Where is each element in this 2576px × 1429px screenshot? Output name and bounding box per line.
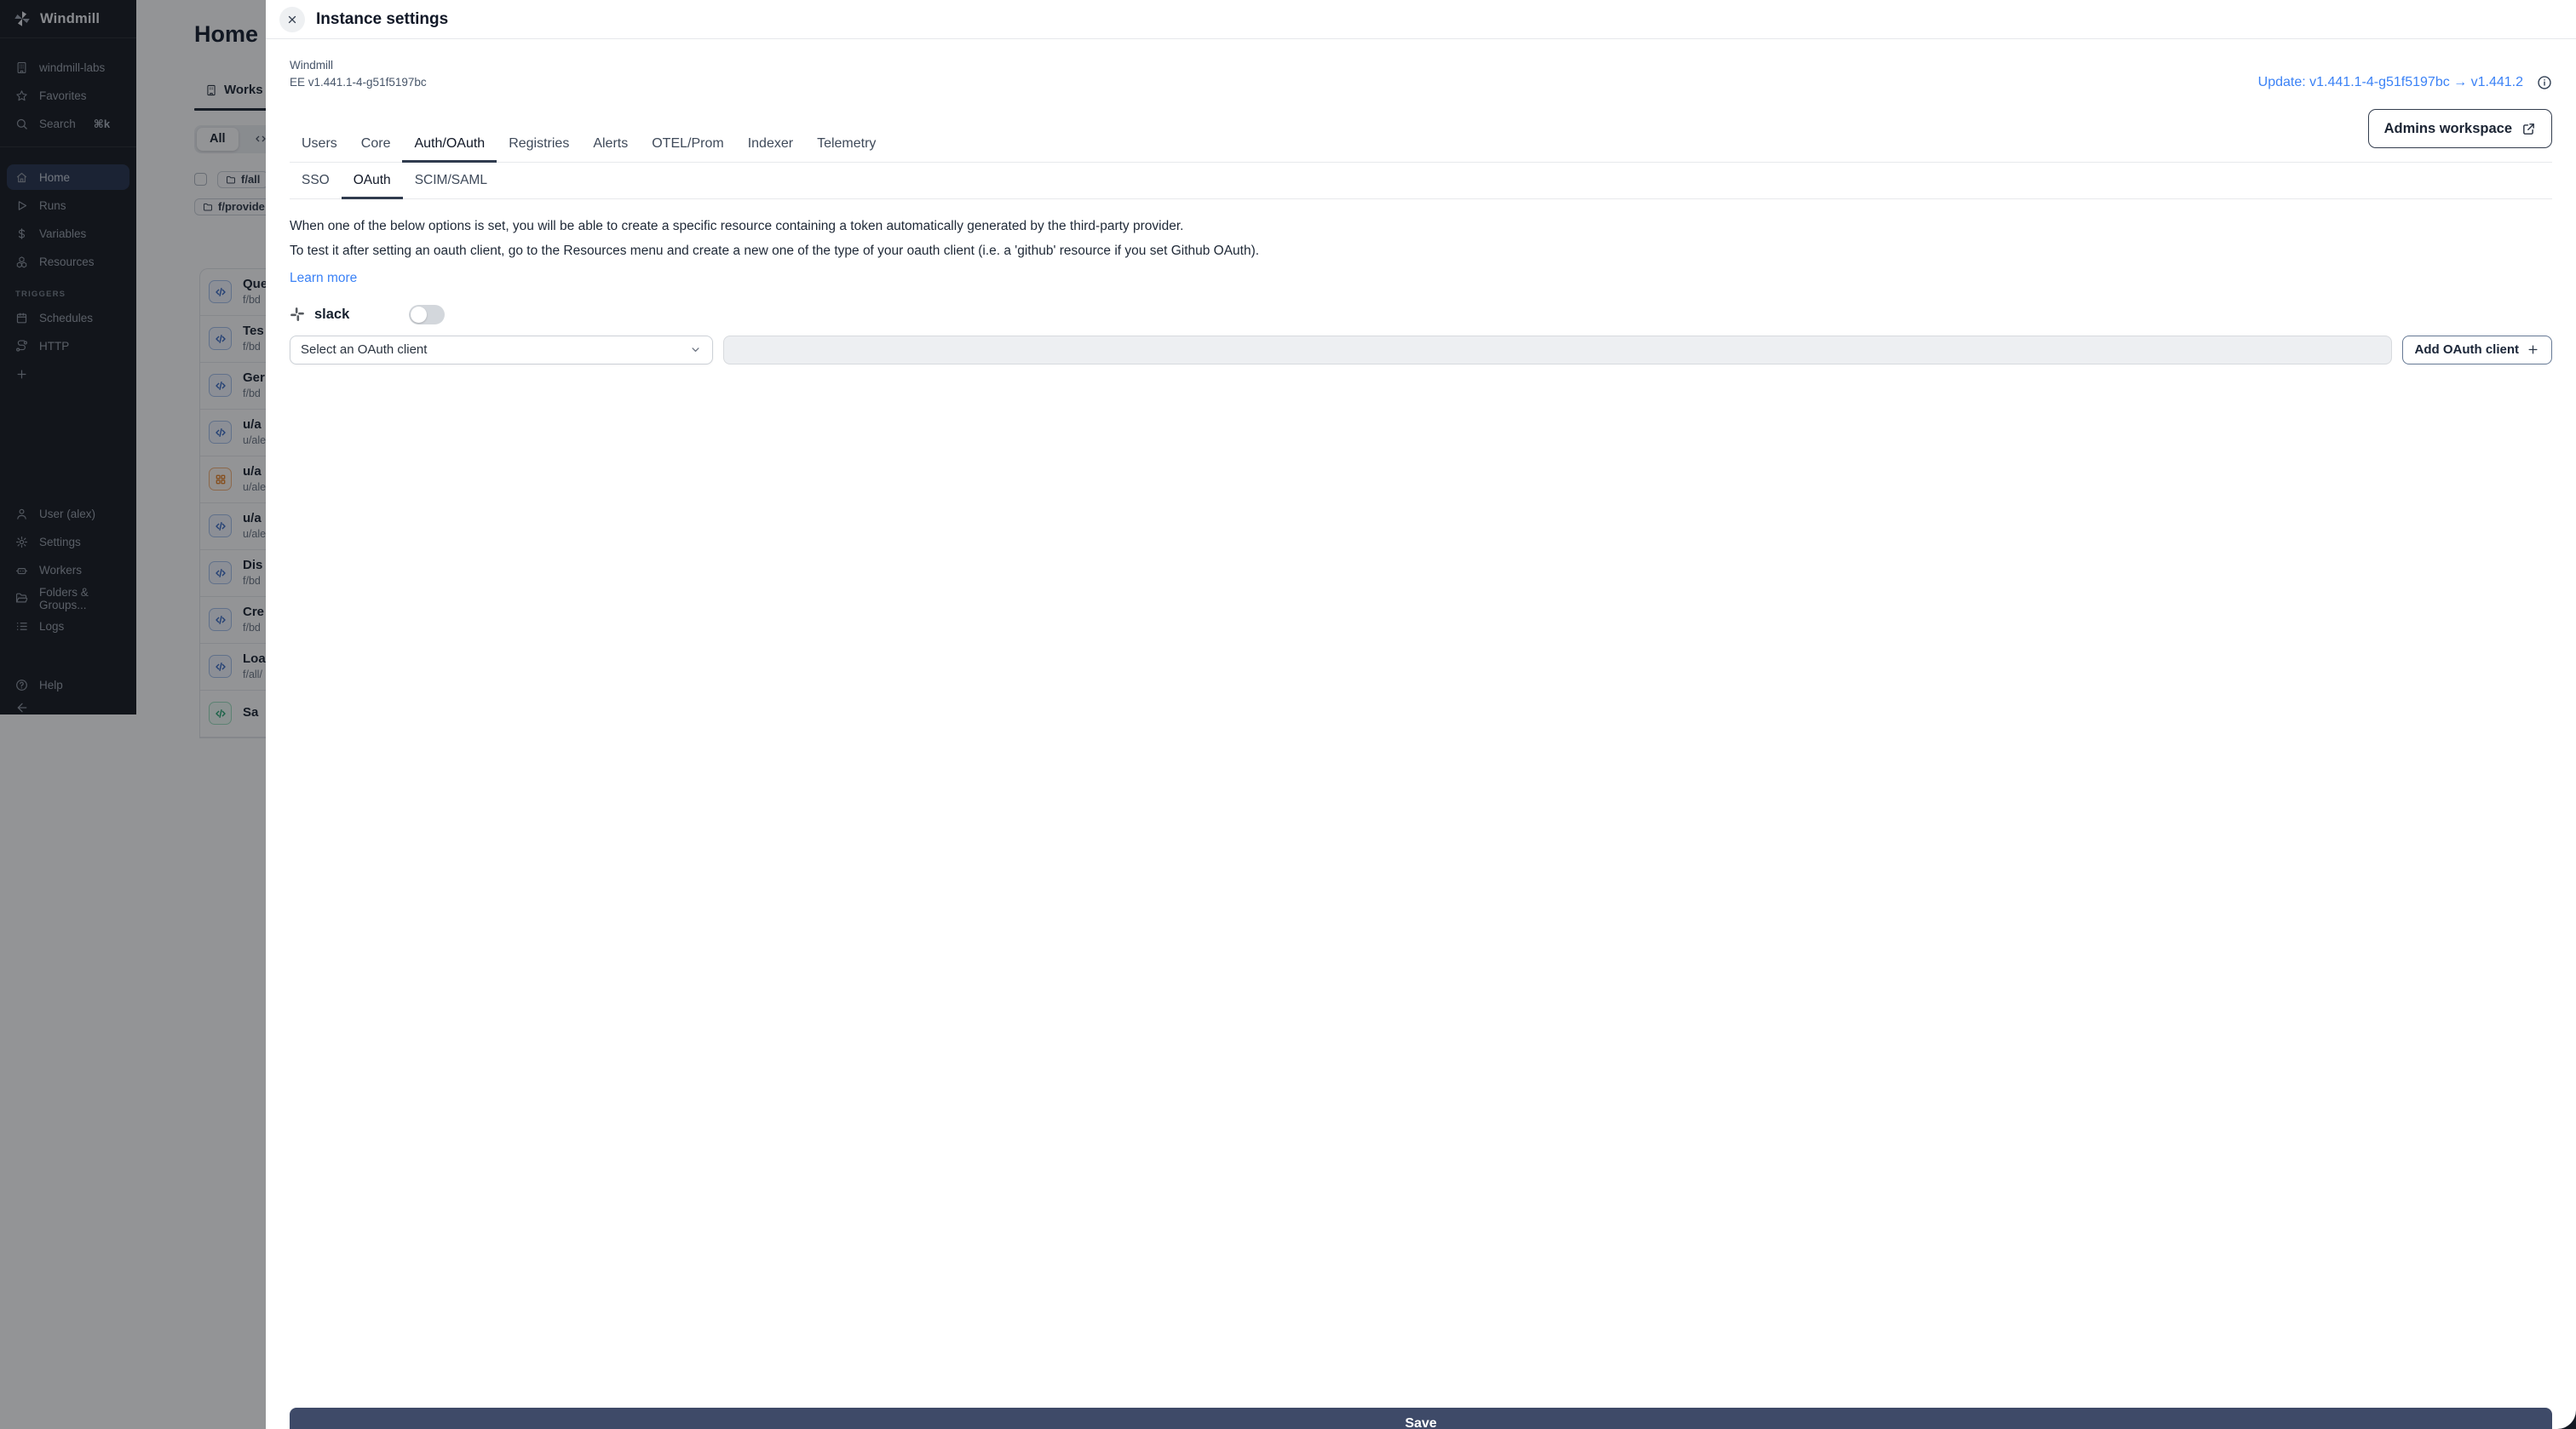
tab-alerts[interactable]: Alerts — [581, 136, 640, 162]
save-button[interactable]: Save — [290, 1408, 2552, 1429]
plus-icon — [2527, 343, 2539, 356]
auth-subtab-bar: SSO OAuth SCIM/SAML — [290, 173, 2552, 200]
close-icon — [286, 14, 298, 26]
oauth-client-select[interactable]: Select an OAuth client — [290, 335, 713, 364]
toggle-knob — [411, 306, 428, 323]
oauth-client-select-value: Select an OAuth client — [301, 342, 428, 358]
add-oauth-client-label: Add OAuth client — [2414, 342, 2520, 358]
subtab-sso[interactable]: SSO — [290, 173, 342, 198]
tab-telemetry[interactable]: Telemetry — [805, 136, 888, 162]
slack-toggle[interactable] — [409, 304, 446, 324]
subtab-oauth[interactable]: OAuth — [341, 173, 403, 200]
tab-registries[interactable]: Registries — [497, 136, 581, 162]
subtab-scim-saml[interactable]: SCIM/SAML — [403, 173, 499, 198]
info-icon[interactable] — [2537, 75, 2552, 90]
chevron-down-icon — [689, 343, 702, 356]
slack-label: slack — [314, 306, 350, 322]
tab-otel-prom[interactable]: OTEL/Prom — [640, 136, 735, 162]
tab-core[interactable]: Core — [349, 136, 403, 162]
admins-workspace-button[interactable]: Admins workspace — [2367, 109, 2552, 148]
drawer-title: Instance settings — [316, 9, 449, 28]
edition-version: EE v1.441.1-4-g51f5197bc — [290, 75, 427, 89]
add-oauth-client-button[interactable]: Add OAuth client — [2401, 335, 2552, 364]
tab-indexer[interactable]: Indexer — [736, 136, 805, 162]
instance-settings-drawer: Instance settings Windmill EE v1.441.1-4… — [266, 0, 2576, 1429]
slack-icon — [290, 307, 305, 322]
tab-auth-oauth[interactable]: Auth/OAuth — [402, 136, 497, 164]
admins-workspace-label: Admins workspace — [2383, 120, 2512, 136]
oauth-description-line2: To test it after setting an oauth client… — [290, 244, 1260, 259]
instance-name: Windmill — [290, 59, 334, 72]
tab-users[interactable]: Users — [290, 136, 349, 162]
learn-more-link[interactable]: Learn more — [290, 271, 357, 286]
update-version-link[interactable]: Update: v1.441.1-4-g51f5197bc → v1.441.2 — [2258, 75, 2523, 90]
settings-tab-bar: Users Core Auth/OAuth Registries Alerts … — [290, 136, 2552, 164]
external-link-icon — [2521, 122, 2536, 136]
oauth-client-id-input[interactable] — [723, 335, 2392, 364]
oauth-description-line1: When one of the below options is set, yo… — [290, 219, 1184, 234]
close-drawer-button[interactable] — [279, 6, 305, 32]
